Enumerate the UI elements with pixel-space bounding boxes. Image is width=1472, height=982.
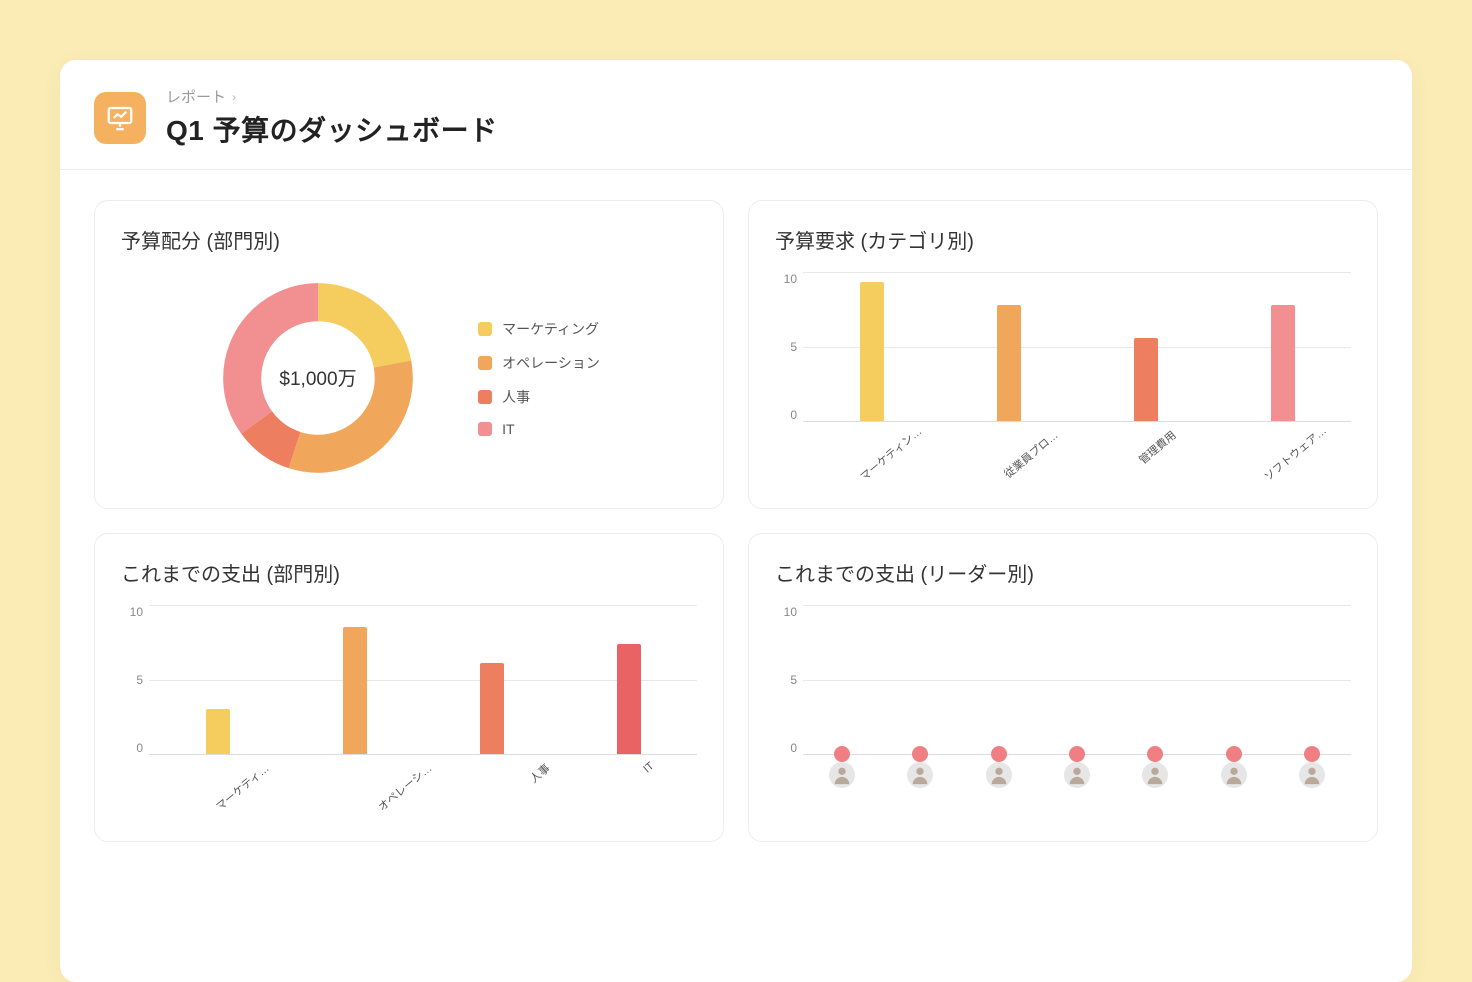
avatar bbox=[829, 762, 855, 788]
card-title: これまでの支出 (部門別) bbox=[121, 558, 697, 587]
card-grid: 予算配分 (部門別) $1,000万 マーケティング オペレーション 人事 IT bbox=[60, 170, 1412, 872]
card-title: 予算配分 (部門別) bbox=[121, 225, 697, 254]
y-tick: 0 bbox=[136, 741, 143, 755]
legend-item: マーケティング bbox=[478, 319, 600, 339]
card-spend-leader: これまでの支出 (リーダー別) 10 5 0 bbox=[748, 533, 1378, 842]
legend-item: オペレーション bbox=[478, 353, 600, 373]
dashboard-window: レポート › Q1 予算のダッシュボード 予算配分 (部門別) $1,000万 bbox=[60, 60, 1412, 982]
bar bbox=[1271, 305, 1295, 421]
header: レポート › Q1 予算のダッシュボード bbox=[60, 60, 1412, 170]
breadcrumb-parent[interactable]: レポート bbox=[166, 86, 226, 107]
swatch-icon bbox=[478, 422, 492, 436]
swatch-icon bbox=[478, 356, 492, 370]
bar-chart-requests: 10 5 0 マーケティン… 従業員プロ… bbox=[803, 272, 1351, 452]
swatch-icon bbox=[478, 390, 492, 404]
bar bbox=[206, 709, 230, 754]
donut-center-value: $1,000万 bbox=[280, 369, 357, 390]
bar bbox=[480, 663, 504, 754]
bar bbox=[617, 644, 641, 754]
card-budget-allocation: 予算配分 (部門別) $1,000万 マーケティング オペレーション 人事 IT bbox=[94, 200, 724, 509]
y-tick: 5 bbox=[790, 340, 797, 354]
lollipop-chart-leader: 10 5 0 bbox=[803, 605, 1351, 785]
breadcrumb[interactable]: レポート › bbox=[166, 86, 498, 107]
legend-item: 人事 bbox=[478, 387, 600, 407]
y-tick: 5 bbox=[136, 673, 143, 687]
x-label: 人事 bbox=[526, 760, 553, 786]
avatar bbox=[1142, 762, 1168, 788]
bar-chart-spend-dept: 10 5 0 マーケティ… オペレーシ… bbox=[149, 605, 697, 785]
bar bbox=[1134, 338, 1158, 421]
donut-legend: マーケティング オペレーション 人事 IT bbox=[478, 319, 600, 437]
y-tick: 5 bbox=[790, 673, 797, 687]
card-spend-dept: これまでの支出 (部門別) 10 5 0 bbox=[94, 533, 724, 842]
bar bbox=[860, 282, 884, 421]
avatar bbox=[907, 762, 933, 788]
swatch-icon bbox=[478, 322, 492, 336]
card-budget-requests: 予算要求 (カテゴリ別) 10 5 0 bbox=[748, 200, 1378, 509]
y-tick: 0 bbox=[790, 408, 797, 422]
chevron-right-icon: › bbox=[232, 90, 236, 104]
legend-item: IT bbox=[478, 421, 600, 437]
avatar bbox=[1064, 762, 1090, 788]
bar bbox=[343, 627, 367, 754]
avatar bbox=[1221, 762, 1247, 788]
y-tick: 0 bbox=[790, 741, 797, 755]
presentation-chart-icon bbox=[94, 92, 146, 144]
y-tick: 10 bbox=[784, 272, 797, 286]
avatar bbox=[1299, 762, 1325, 788]
x-label: IT bbox=[641, 760, 659, 779]
bar bbox=[997, 305, 1021, 421]
y-tick: 10 bbox=[130, 605, 143, 619]
y-tick: 10 bbox=[784, 605, 797, 619]
card-title: これまでの支出 (リーダー別) bbox=[775, 558, 1351, 587]
card-title: 予算要求 (カテゴリ別) bbox=[775, 225, 1351, 254]
donut-chart: $1,000万 bbox=[218, 278, 418, 478]
avatar bbox=[986, 762, 1012, 788]
page-title: Q1 予算のダッシュボード bbox=[166, 109, 498, 149]
